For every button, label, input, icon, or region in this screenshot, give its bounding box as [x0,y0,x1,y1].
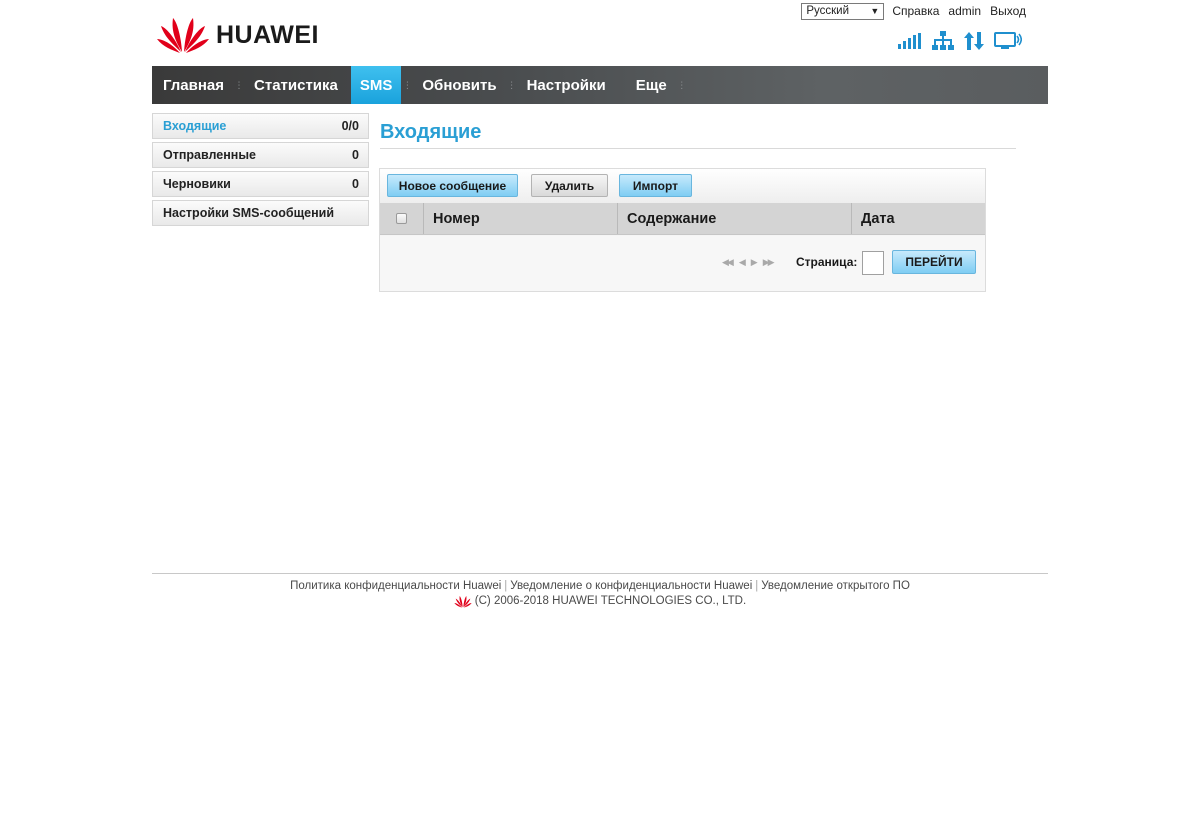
sidebar-item-count: 0 [352,148,359,162]
first-page-icon[interactable]: ◀◀ [722,257,734,268]
sidebar-item-drafts[interactable]: Черновики 0 [152,171,369,197]
sidebar-item-sms-settings[interactable]: Настройки SMS-сообщений [152,200,369,226]
sidebar-item-count: 0 [352,177,359,191]
sidebar-item-count: 0/0 [341,119,359,133]
select-all-checkbox[interactable] [396,213,407,224]
footer-divider [152,573,1048,574]
footer-copyright: (C) 2006-2018 HUAWEI TECHNOLOGIES CO., L… [0,594,1200,608]
sms-sidebar: Входящие 0/0 Отправленные 0 Черновики 0 … [152,113,369,229]
footer-links: Политика конфиденциальности Huawei | Уведо… [0,580,1200,592]
brand-name: HUAWEI [216,20,319,49]
sidebar-item-label: Черновики [163,177,231,191]
column-date[interactable]: Дата [852,203,985,234]
privacy-notice-link[interactable]: Уведомление о конфиденциальности Huawei [510,580,752,592]
delete-button[interactable]: Удалить [531,174,608,197]
nav-statistics[interactable]: Статистика [243,66,349,104]
footer-separator: | [504,580,508,592]
table-header: Номер Содержание Дата [380,203,985,235]
prev-page-icon[interactable]: ◀ [739,257,746,268]
lan-network-icon[interactable] [932,31,954,51]
language-select[interactable]: Русский ▼ [801,2,885,20]
nav-separator: ⋮ [234,79,244,90]
top-bar: Русский ▼ Справка admin Выход [801,2,1026,20]
open-source-notice-link[interactable]: Уведомление открытого ПО [761,580,910,592]
monitor-wifi-icon[interactable] [994,32,1022,50]
pagination-arrows: ◀◀ ◀ ▶ ▶▶ [722,257,780,268]
select-all-cell [380,203,424,234]
nav-more[interactable]: Еще [625,66,678,104]
nav-separator: ⋮ [507,79,517,90]
page-title: Входящие [380,121,482,143]
data-transfer-icon[interactable] [964,32,984,50]
signal-strength-icon[interactable] [898,33,922,49]
language-value: Русский [806,5,849,17]
nav-update[interactable]: Обновить [411,66,507,104]
huawei-logo[interactable]: HUAWEI [156,12,328,54]
title-divider [380,148,1016,149]
sidebar-item-inbox[interactable]: Входящие 0/0 [152,113,369,139]
dropdown-arrow-icon: ▼ [870,6,880,16]
next-page-icon[interactable]: ▶ [751,257,758,268]
username-label: admin [948,4,982,18]
page-label: Страница: [796,255,858,269]
pagination: ◀◀ ◀ ▶ ▶▶ Страница: ПЕРЕЙТИ [380,236,985,291]
column-content[interactable]: Содержание [618,203,852,234]
header: HUAWEI Русский ▼ Справка admin Выход [152,0,1048,66]
sidebar-item-sent[interactable]: Отправленные 0 [152,142,369,168]
last-page-icon[interactable]: ▶▶ [763,257,775,268]
go-button[interactable]: ПЕРЕЙТИ [892,250,976,274]
status-icons [888,31,1022,51]
main-nav: Главная ⋮ Статистика SMS ⋮ Обновить ⋮ На… [152,66,1048,104]
column-number[interactable]: Номер [424,203,618,234]
inbox-panel: Новое сообщение Удалить Импорт Номер Сод… [379,168,986,292]
logout-link[interactable]: Выход [990,4,1026,18]
nav-separator: ⋮ [402,79,412,90]
privacy-policy-link[interactable]: Политика конфиденциальности Huawei [290,580,501,592]
footer-separator: | [755,580,759,592]
sidebar-item-label: Входящие [163,119,227,133]
sidebar-item-label: Настройки SMS-сообщений [163,206,335,220]
nav-separator [617,66,625,104]
help-link[interactable]: Справка [892,4,939,18]
sms-toolbar: Новое сообщение Удалить Импорт [380,169,985,203]
copyright-text: (C) 2006-2018 HUAWEI TECHNOLOGIES CO., L… [474,595,747,607]
nav-home[interactable]: Главная [152,66,235,104]
sidebar-item-label: Отправленные [163,148,256,162]
nav-settings[interactable]: Настройки [516,66,617,104]
import-button[interactable]: Импорт [619,174,692,197]
page-number-input[interactable] [862,251,884,275]
huawei-flower-icon [157,18,209,53]
nav-sms[interactable]: SMS [350,66,402,104]
new-message-button[interactable]: Новое сообщение [387,174,518,197]
nav-separator: ⋮ [677,79,687,90]
huawei-mini-logo-icon [454,596,472,608]
